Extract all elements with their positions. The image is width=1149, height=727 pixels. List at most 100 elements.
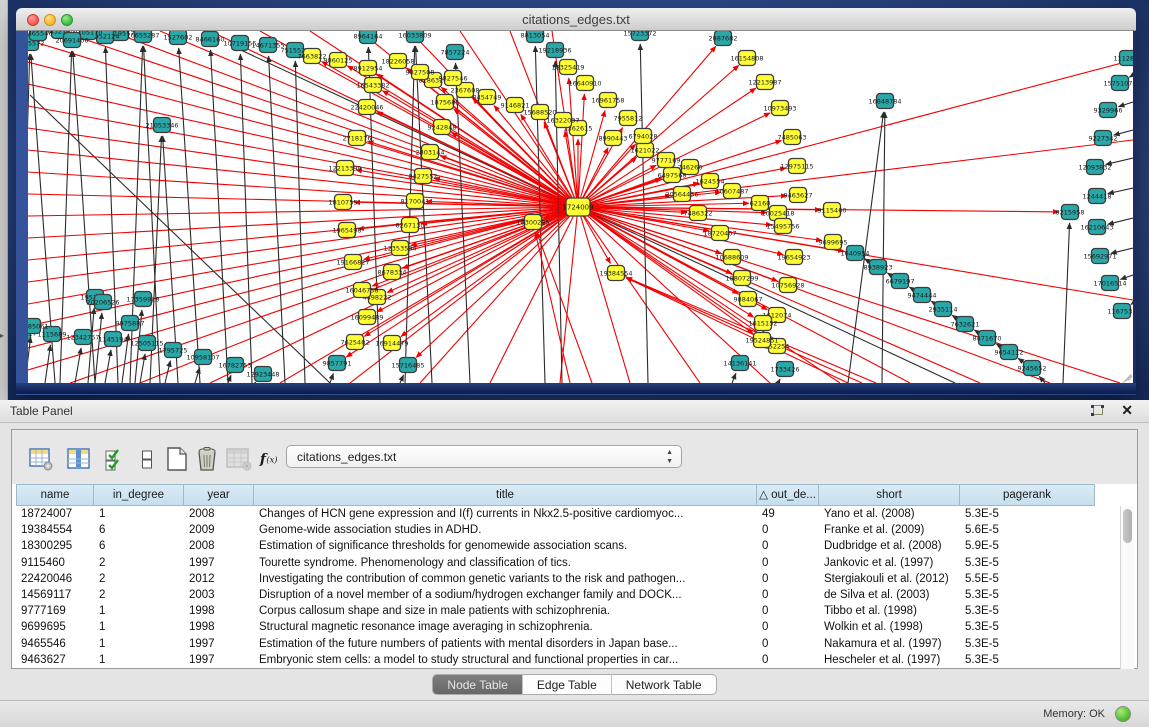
column-header-short[interactable]: short <box>819 484 960 506</box>
graph-node[interactable]: 9465546 <box>28 31 52 41</box>
graph-edge[interactable] <box>560 207 578 383</box>
graph-node[interactable]: 9115460 <box>818 203 847 218</box>
splitter-collapse-icon[interactable]: ▸ <box>0 331 4 340</box>
graph-node[interactable]: 19654923 <box>777 250 810 265</box>
tab-node-table[interactable]: Node Table <box>432 674 523 695</box>
graph-edge[interactable] <box>420 207 578 383</box>
graph-node[interactable]: 1244418 <box>1083 189 1112 204</box>
column-header-pagerank[interactable]: pagerank <box>960 484 1095 506</box>
graph-node[interactable]: 16154808 <box>730 51 763 66</box>
graph-node[interactable]: 8964164 <box>354 31 383 44</box>
select-all-columns-icon[interactable] <box>102 446 128 472</box>
graph-edge[interactable] <box>732 373 736 383</box>
column-header-year[interactable]: year <box>184 484 254 506</box>
graph-node[interactable]: 7485063 <box>778 130 807 145</box>
table-row[interactable]: 946362711997Embryonic stem cells: a mode… <box>12 652 1120 668</box>
column-header-out_de[interactable]: △ out_de... <box>757 484 819 506</box>
graph-node[interactable]: 7857224 <box>441 45 470 60</box>
table-row[interactable]: 969969511998Structural magnetic resonanc… <box>12 619 1120 635</box>
show-columns-icon[interactable] <box>66 446 92 472</box>
column-header-name[interactable]: name <box>16 484 94 506</box>
graph-node[interactable]: 15751074 <box>1103 76 1133 91</box>
graph-node[interactable]: 8267130 <box>396 218 425 233</box>
graph-edge[interactable] <box>210 207 578 383</box>
graph-node[interactable]: 1965498 <box>333 223 362 238</box>
graph-node[interactable]: 16033809 <box>398 31 431 43</box>
unselect-all-columns-icon[interactable] <box>134 446 160 472</box>
graph-edge[interactable] <box>75 348 81 383</box>
graph-node[interactable]: 10655287 <box>126 31 159 43</box>
graph-node[interactable]: 18226058 <box>381 54 414 69</box>
graph-edge[interactable] <box>28 337 31 383</box>
float-window-icon[interactable] <box>1090 404 1105 419</box>
graph-node[interactable]: 1724009 <box>562 198 593 216</box>
table-panel-header[interactable]: Table Panel ✕ <box>0 400 1149 423</box>
graph-node[interactable]: 16099489 <box>350 310 383 325</box>
table-row[interactable]: 1938455462009Genome-wide association stu… <box>12 522 1120 538</box>
window-resize-grip[interactable] <box>1119 369 1132 382</box>
graph-node[interactable]: 8990443 <box>599 131 628 146</box>
graph-node[interactable]: 19218936 <box>538 43 571 58</box>
graph-edge[interactable] <box>882 112 885 383</box>
column-header-title[interactable]: title <box>254 484 757 506</box>
graph-node[interactable]: 1145194 <box>99 332 128 347</box>
graph-node[interactable]: 16961758 <box>591 93 624 108</box>
memory-status-icon[interactable] <box>1115 706 1131 722</box>
graph-node[interactable]: 9329966 <box>1094 103 1123 118</box>
graph-edge[interactable] <box>578 207 630 383</box>
graph-node[interactable]: 62160 <box>750 196 771 211</box>
graph-node[interactable]: 1733426 <box>771 362 800 377</box>
graph-node[interactable]: 15692971 <box>1083 249 1116 264</box>
graph-node[interactable]: 7955812 <box>614 111 643 126</box>
table-row[interactable]: 2242004622012Investigating the contribut… <box>12 571 1120 587</box>
graph-node[interactable]: 2887682 <box>709 31 738 46</box>
graph-node[interactable]: 15716485 <box>391 358 424 373</box>
graph-node[interactable]: 10607487 <box>715 184 748 199</box>
graph-node[interactable]: 10756928 <box>771 278 804 293</box>
tab-network-table[interactable]: Network Table <box>612 674 717 695</box>
table-mode-icon[interactable] <box>28 446 54 472</box>
graph-node[interactable]: 1112893 <box>1114 51 1133 66</box>
table-row[interactable]: 1830029562008Estimation of significance … <box>12 538 1120 554</box>
graph-node[interactable]: 9463627 <box>784 188 813 203</box>
table-row[interactable]: 1456911722003Disruption of a novel membe… <box>12 587 1120 603</box>
graph-edge[interactable] <box>416 207 578 358</box>
graph-edge[interactable] <box>416 46 432 383</box>
graph-edge[interactable] <box>400 375 404 383</box>
graph-edge[interactable] <box>330 373 333 383</box>
window-titlebar[interactable]: citations_edges.txt <box>16 8 1136 31</box>
graph-edge[interactable] <box>578 94 584 207</box>
graph-node[interactable]: 12342757 <box>66 330 99 345</box>
graph-edge[interactable] <box>228 375 231 383</box>
graph-edge[interactable] <box>165 361 170 383</box>
graph-node[interactable]: 12213399 <box>328 161 361 176</box>
graph-node[interactable]: 9474444 <box>908 288 937 303</box>
graph-edge[interactable] <box>1108 188 1133 194</box>
function-builder-icon[interactable]: f(x) <box>258 446 284 472</box>
graph-edge[interactable] <box>179 48 200 383</box>
network-canvas[interactable]: 6216025225474626611128931115689114519411… <box>28 31 1133 383</box>
graph-node[interactable]: 12975115 <box>780 159 813 174</box>
new-table-icon[interactable] <box>164 446 190 472</box>
table-scrollbar-thumb[interactable] <box>1123 509 1132 543</box>
graph-node[interactable]: 2935114 <box>929 302 958 317</box>
graph-node[interactable]: 16914479 <box>375 336 408 351</box>
table-row[interactable]: 1872400712008Changes of HCN gene express… <box>12 506 1120 522</box>
column-header-in_degree[interactable]: in_degree <box>94 484 184 506</box>
graph-node[interactable]: 16210643 <box>1080 220 1113 235</box>
graph-node[interactable]: 1624554 <box>696 174 725 189</box>
table-row[interactable]: 977716911998Corpus callosum shape and si… <box>12 603 1120 619</box>
graph-node[interactable]: 9654112 <box>995 345 1024 360</box>
network-graph[interactable]: 6216025225474626611128931115689114519411… <box>28 31 1133 383</box>
graph-node[interactable]: 8427552 <box>409 169 438 184</box>
graph-node[interactable]: 16640910 <box>568 76 601 91</box>
network-window[interactable]: citations_edges.txt 6 <box>16 8 1136 395</box>
graph-node[interactable]: 9227342 <box>1089 131 1118 146</box>
graph-node[interactable]: 17016514 <box>1093 276 1126 291</box>
tab-edge-table[interactable]: Edge Table <box>523 674 612 695</box>
graph-node[interactable]: 9245652 <box>1018 361 1047 376</box>
graph-node[interactable]: 6679197 <box>886 274 915 289</box>
delete-columns-icon[interactable] <box>194 446 220 472</box>
graph-node[interactable]: 1167533 <box>1108 304 1133 319</box>
graph-node[interactable]: 8813054 <box>521 31 550 43</box>
